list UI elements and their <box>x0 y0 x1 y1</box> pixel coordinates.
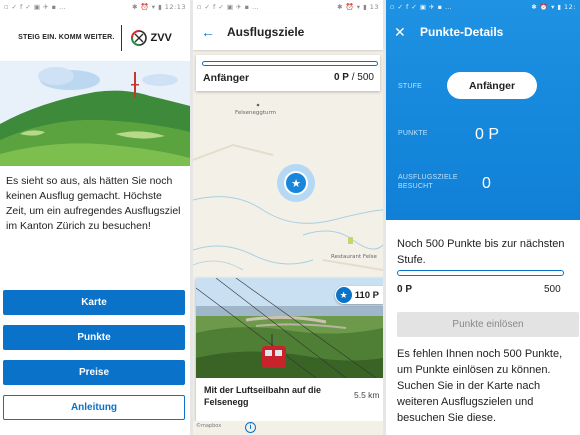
punkte-value: 0 P <box>475 126 500 143</box>
status-bar: ▫ ✓ f ✓ ▣ ✈ ▪ … ✱ ⏰ ▾ ▮ 13 <box>193 0 383 14</box>
home-screen: ▫ ✓ f ✓ ▣ ✈ ▪ … ✱ ⏰ ▾ ▮ 12:13 STEIG EIN.… <box>0 0 190 435</box>
map-label-restaurant: Restaurant Felse <box>331 254 377 260</box>
logo-header: STEIG EIN. KOMM WEITER. ZVV <box>0 14 190 62</box>
status-bar: ▫ ✓ f ✓ ▣ ✈ ▪ … ✱ ⏰ ▾ ▮ 12:13 <box>0 0 190 14</box>
map-label-felseneggturm: Felseneggturm <box>235 110 277 116</box>
zvv-logo-icon <box>131 29 148 46</box>
status-icons-right: ✱ ⏰ ▾ ▮ 12:13 <box>132 3 186 11</box>
destination-name: Mit der Luftseilbahn auf die Felsenegg <box>204 385 322 407</box>
besucht-value: 0 <box>482 175 491 192</box>
mountain-illustration <box>0 62 190 166</box>
page-title: Punkte-Details <box>420 25 504 39</box>
status-icons-left: ▫ ✓ f ✓ ▣ ✈ ▪ … <box>197 3 260 11</box>
page-title: Ausflugsziele <box>227 25 305 39</box>
back-arrow-icon[interactable]: ← <box>201 24 227 40</box>
stufe-label: STUFE <box>398 83 422 90</box>
progress-max: 500 <box>544 284 561 295</box>
destination-points: 110 P <box>354 289 379 301</box>
missing-points-text: Es fehlen Ihnen noch 500 Punkte, um Punk… <box>397 348 563 424</box>
logo-divider <box>121 24 123 51</box>
points-max: / 500 <box>351 72 374 83</box>
level-progress-card: Anfänger 0 P / 500 <box>196 55 380 91</box>
besucht-label: AUSFLUGSZIELE BESUCHT <box>398 174 458 190</box>
next-level-text: Noch 500 Punkte bis zur nächsten Stufe. <box>397 238 565 266</box>
level-progress-bar <box>202 61 378 66</box>
destination-photo: ★ 110 P <box>196 278 383 379</box>
destination-card[interactable]: ★ 110 P Mit der Luftseilbahn auf die Fel… <box>196 278 383 421</box>
slogan: STEIG EIN. KOMM WEITER. <box>18 34 115 41</box>
points-current: 0 P <box>333 72 349 83</box>
status-icons-right: ✱ ⏰ ▾ ▮ 13 <box>337 3 379 11</box>
intro-text: Es sieht so aus, als hätten Sie noch kei… <box>6 175 181 232</box>
logo-text: ZVV <box>150 31 172 44</box>
zvv-logo: ZVV <box>129 28 172 48</box>
destination-points-badge: ★ 110 P <box>334 286 383 304</box>
points-summary-panel: ▫ ✓ f ✓ ▣ ✈ ▪ … ✱ ⏰ ▾ ▮ 12: ✕ Punkte-Det… <box>386 0 580 220</box>
punkte-label: PUNKTE <box>398 130 428 137</box>
karte-button[interactable]: Karte <box>3 290 185 315</box>
points-progress-bar <box>397 270 564 276</box>
svg-text:★: ★ <box>291 177 301 190</box>
close-icon[interactable]: ✕ <box>394 24 420 41</box>
destination-distance: 5.5 km <box>354 390 380 400</box>
status-icons-left: ▫ ✓ f ✓ ▣ ✈ ▪ … <box>4 3 67 11</box>
punkte-button[interactable]: Punkte <box>3 325 185 350</box>
status-bar: ▫ ✓ f ✓ ▣ ✈ ▪ … ✱ ⏰ ▾ ▮ 12: <box>386 0 580 14</box>
star-icon: ★ <box>335 287 352 303</box>
app-bar: ← Ausflugsziele <box>193 14 383 50</box>
level-name: Anfänger <box>203 72 250 84</box>
app-bar: ✕ Punkte-Details <box>386 14 580 50</box>
stufe-value: Anfänger <box>447 72 537 99</box>
points-details-screen: ▫ ✓ f ✓ ▣ ✈ ▪ … ✱ ⏰ ▾ ▮ 12: ✕ Punkte-Det… <box>386 0 580 435</box>
level-points: 0 P / 500 <box>334 72 374 83</box>
status-icons-right: ✱ ⏰ ▾ ▮ 12: <box>531 3 576 11</box>
progress-current: 0 P <box>397 284 413 295</box>
anleitung-button[interactable]: Anleitung <box>3 395 185 420</box>
status-icons-left: ▫ ✓ f ✓ ▣ ✈ ▪ … <box>390 3 453 11</box>
map-screen: ▫ ✓ f ✓ ▣ ✈ ▪ … ✱ ⏰ ▾ ▮ 13 ← Ausflugszie… <box>193 0 383 435</box>
map-attribution[interactable]: ©mapbox <box>196 423 221 429</box>
map-footer: ©mapbox i <box>193 421 383 435</box>
info-icon[interactable]: i <box>245 422 256 433</box>
preise-button[interactable]: Preise <box>3 360 185 385</box>
redeem-points-button[interactable]: Punkte einlösen <box>397 312 579 337</box>
